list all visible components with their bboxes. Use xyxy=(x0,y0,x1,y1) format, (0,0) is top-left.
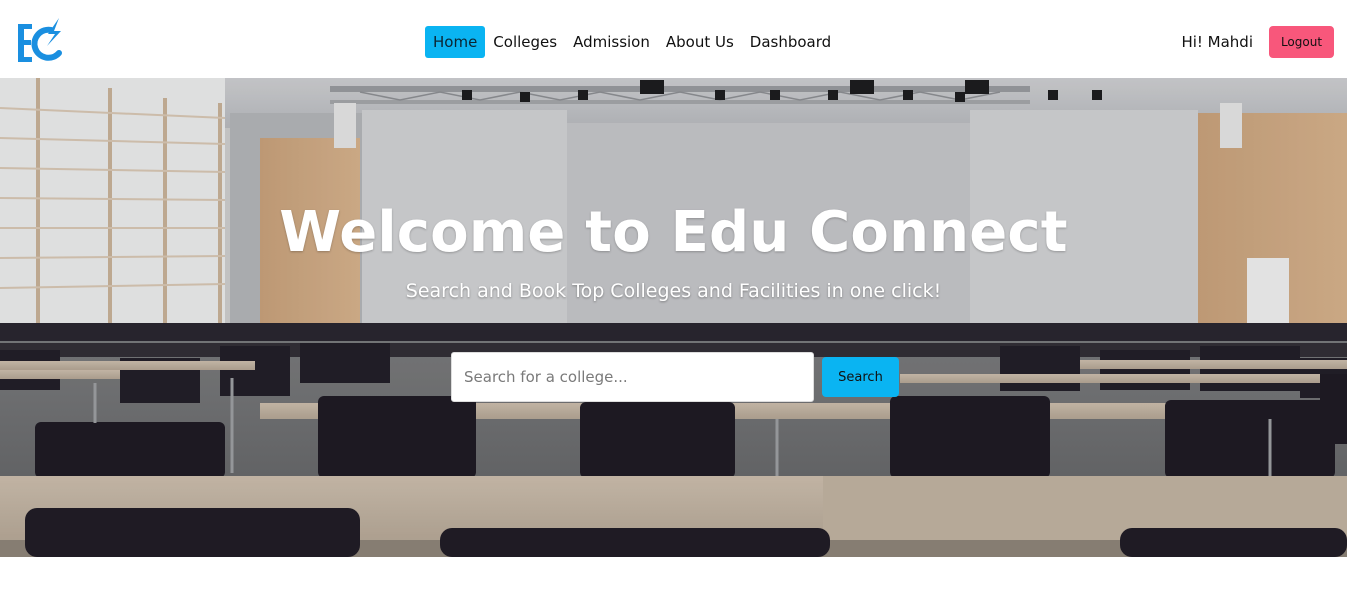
main-nav: Home Colleges Admission About Us Dashboa… xyxy=(425,26,839,58)
user-greeting: Hi! Mahdi xyxy=(1181,33,1253,51)
nav-link-home[interactable]: Home xyxy=(425,26,486,58)
nav-link-admission[interactable]: Admission xyxy=(565,26,658,58)
edu-connect-logo-icon[interactable] xyxy=(15,16,65,70)
nav-link-colleges[interactable]: Colleges xyxy=(485,26,565,58)
user-area: Hi! Mahdi Logout xyxy=(1181,26,1334,58)
navbar: Home Colleges Admission About Us Dashboa… xyxy=(0,0,1347,78)
logout-button[interactable]: Logout xyxy=(1269,26,1334,58)
search-button[interactable]: Search xyxy=(822,357,899,397)
conference-hall-background xyxy=(0,78,1347,557)
hero-subtitle: Search and Book Top Colleges and Facilit… xyxy=(405,280,942,302)
hero-title: Welcome to Edu Connect xyxy=(279,200,1068,265)
college-search-input[interactable] xyxy=(451,352,814,402)
nav-link-about-us[interactable]: About Us xyxy=(658,26,742,58)
nav-link-dashboard[interactable]: Dashboard xyxy=(742,26,839,58)
hero-banner: Welcome to Edu Connect Search and Book T… xyxy=(0,78,1347,557)
